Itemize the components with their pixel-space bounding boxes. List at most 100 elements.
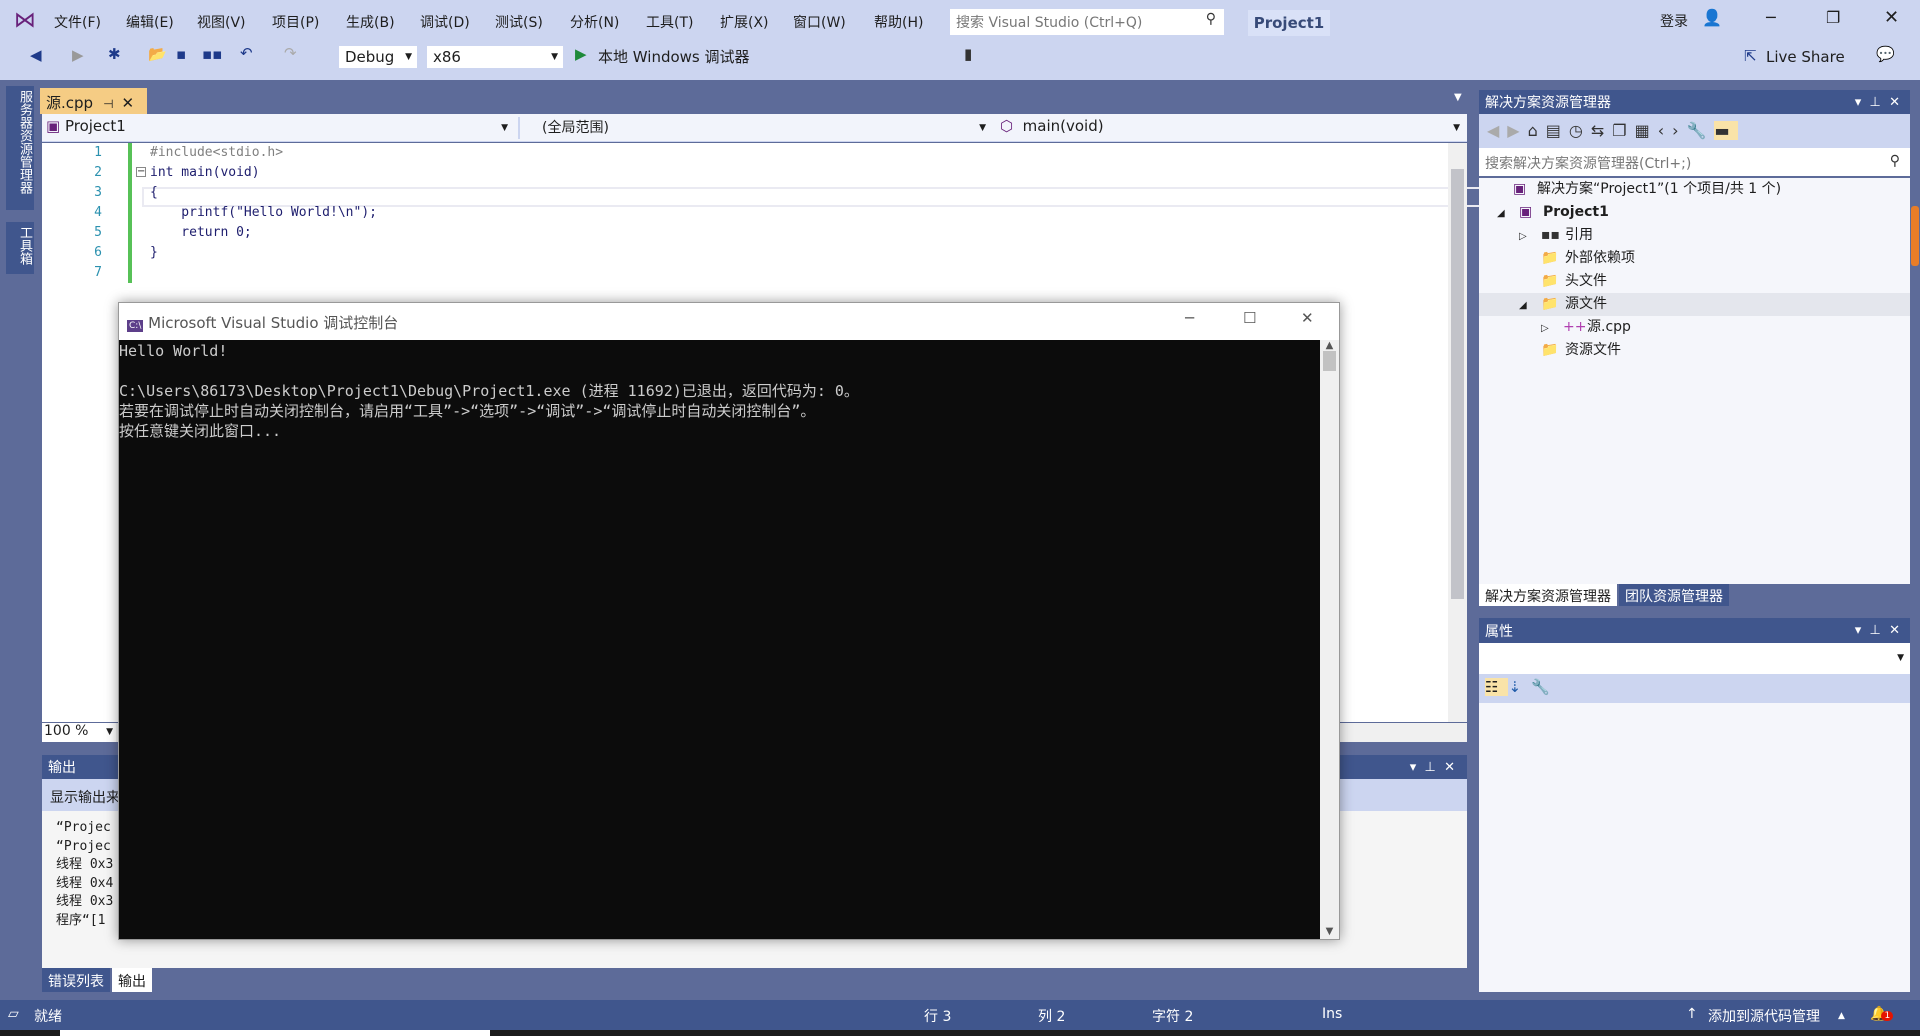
tree-item[interactable]: ▷ ▪▪ 引用 — [1519, 224, 1593, 247]
switch-views-icon[interactable]: ▤ — [1546, 121, 1569, 140]
server-explorer-tab[interactable]: 服务器资源管理器 — [6, 86, 34, 210]
tree-item[interactable]: 📁 外部依赖项 — [1519, 247, 1635, 270]
debug-console-window[interactable]: C:\ Microsoft Visual Studio 调试控制台 ─ ☐ ✕ … — [118, 302, 1340, 940]
undo-icon[interactable]: ↶ — [240, 44, 253, 62]
property-pages-icon[interactable]: 🔧 — [1531, 678, 1560, 696]
collapse-icon[interactable]: − — [136, 167, 146, 177]
bookmark-icon[interactable]: ▮ — [964, 45, 972, 63]
tree-item[interactable]: ◢ ▣ Project1 — [1497, 201, 1609, 224]
console-minimize-button[interactable]: ─ — [1185, 309, 1194, 327]
forward-icon[interactable]: ▶ — [72, 46, 84, 64]
solution-explorer-tab[interactable]: 解决方案资源管理器 — [1479, 584, 1617, 606]
console-maximize-button[interactable]: ☐ — [1243, 309, 1256, 327]
menu-item[interactable]: 帮助(H) — [874, 12, 923, 32]
project-nav-dropdown[interactable]: ▣ Project1 ▼ — [46, 117, 512, 139]
menu-item[interactable]: 编辑(E) — [126, 12, 174, 32]
tree-item[interactable]: ◢ 📁 源文件 — [1519, 293, 1607, 316]
open-icon[interactable]: 📂 — [148, 45, 167, 63]
status-char: 字符 2 — [1152, 1009, 1194, 1025]
preview-icon[interactable]: ▬ — [1714, 121, 1738, 140]
expander-icon[interactable]: ▷ — [1519, 225, 1541, 248]
solution-scrollbar[interactable] — [1911, 206, 1919, 266]
code-line[interactable]: { — [150, 183, 158, 203]
platform-dropdown[interactable]: x86 ▼ — [426, 45, 564, 69]
error-list-tab[interactable]: 错误列表 — [42, 968, 110, 992]
show-all-files-icon[interactable]: ▦ — [1635, 121, 1658, 140]
save-all-icon[interactable]: ▪▪ — [202, 45, 222, 63]
code-line[interactable]: #include<stdio.h> — [150, 143, 283, 163]
start-debug-button[interactable]: 本地 Windows 调试器 — [598, 46, 750, 67]
new-project-icon[interactable]: ✱ — [108, 45, 121, 63]
menu-item[interactable]: 文件(F) — [54, 12, 101, 32]
menu-item[interactable]: 扩展(X) — [720, 12, 769, 32]
member-nav-dropdown[interactable]: ⬡ main(void) ▼ — [994, 117, 1464, 139]
toolbox-tab[interactable]: 工具箱 — [6, 222, 34, 274]
source-control-button[interactable]: 添加到源代码管理 — [1708, 1006, 1820, 1026]
save-icon[interactable]: ▪ — [176, 45, 186, 63]
editor-tab[interactable]: 源.cpp ⊣ ✕ — [40, 88, 147, 114]
feedback-icon[interactable]: 💬 — [1876, 45, 1895, 63]
home-icon[interactable]: ⌂ — [1528, 121, 1546, 140]
menu-item[interactable]: 视图(V) — [197, 12, 246, 32]
tree-item-label: 引用 — [1565, 227, 1593, 243]
close-button[interactable]: ✕ — [1884, 7, 1899, 28]
minimize-button[interactable]: ─ — [1766, 8, 1776, 27]
properties-icon[interactable]: 🔧 — [1687, 121, 1715, 140]
tab-close-icon[interactable]: ✕ — [122, 94, 135, 112]
method-icon: ⬡ — [1000, 117, 1014, 135]
zoom-dropdown[interactable]: 100 % ▼ — [42, 723, 116, 742]
alphabetical-icon[interactable]: ⇣ — [1508, 678, 1531, 696]
view-code-icon[interactable]: ‹› — [1658, 121, 1687, 140]
back-icon[interactable]: ◀▶ — [1487, 121, 1528, 140]
tree-item[interactable]: 📁 头文件 — [1519, 270, 1607, 293]
expander-icon[interactable]: ◢ — [1497, 202, 1519, 225]
code-line[interactable]: return 0; — [150, 223, 251, 243]
properties-object-dropdown[interactable]: ▼ — [1479, 643, 1910, 674]
pin-icon[interactable]: ⊣ — [103, 97, 113, 111]
live-share-button[interactable]: Live Share — [1766, 48, 1845, 66]
menu-item[interactable]: 调试(D) — [420, 12, 470, 32]
output-tab[interactable]: 输出 — [112, 968, 152, 992]
console-line: 按任意键关闭此窗口... — [119, 422, 282, 440]
solution-panel-controls[interactable]: ▾ ⊥ ✕ — [1855, 95, 1900, 110]
start-debug-icon[interactable]: ▶ — [575, 45, 587, 63]
nav-member: main(void) — [1022, 117, 1104, 135]
tree-item[interactable]: ▣ 解决方案“Project1”(1 个项目/共 1 个) — [1491, 178, 1781, 201]
code-line[interactable]: printf("Hello World!\n"); — [150, 203, 377, 223]
code-line[interactable]: } — [150, 243, 158, 263]
menu-item[interactable]: 窗口(W) — [793, 12, 846, 32]
menu-item[interactable]: 项目(P) — [272, 12, 319, 32]
properties-panel-controls[interactable]: ▾ ⊥ ✕ — [1855, 623, 1900, 638]
tree-item[interactable]: ▷ ++源.cpp — [1541, 316, 1631, 339]
editor-vscrollbar[interactable] — [1448, 143, 1467, 722]
output-panel-controls[interactable]: ▾ ⊥ ✕ — [1410, 760, 1455, 775]
config-dropdown[interactable]: Debug ▼ — [338, 45, 418, 69]
console-scrollbar[interactable]: ▲ ▼ — [1320, 340, 1339, 939]
sync-icon[interactable]: ⇆ — [1591, 121, 1612, 140]
scope-nav-dropdown[interactable]: (全局范围) ▼ — [518, 117, 990, 139]
search-icon: ⚲ — [1889, 153, 1900, 169]
console-close-button[interactable]: ✕ — [1301, 309, 1314, 327]
expander-icon[interactable]: ◢ — [1519, 294, 1541, 317]
chevron-up-icon[interactable]: ▲ — [1838, 1011, 1845, 1021]
categorized-icon[interactable]: ☷ — [1485, 678, 1509, 696]
search-input[interactable]: 搜索 Visual Studio (Ctrl+Q) ⚲ — [950, 9, 1224, 35]
solution-search-input[interactable]: 搜索解决方案资源管理器(Ctrl+;) ⚲ — [1479, 148, 1910, 176]
tree-item[interactable]: 📁 资源文件 — [1519, 339, 1621, 362]
tree-item-label: 资源文件 — [1565, 342, 1621, 358]
login-button[interactable]: 登录 — [1660, 11, 1688, 31]
back-icon[interactable]: ◀ — [30, 46, 42, 64]
collapse-all-icon[interactable]: ❐ — [1612, 121, 1634, 140]
tab-overflow-icon[interactable]: ▼ — [1454, 92, 1462, 103]
notifications-icon[interactable]: 🔔1 — [1870, 1006, 1894, 1022]
menu-item[interactable]: 分析(N) — [570, 12, 619, 32]
menu-item[interactable]: 工具(T) — [646, 12, 693, 32]
pending-changes-icon[interactable]: ◷ — [1569, 121, 1591, 140]
redo-icon[interactable]: ↷ — [284, 44, 297, 62]
restore-button[interactable]: ❐ — [1826, 8, 1840, 27]
expander-icon[interactable]: ▷ — [1541, 317, 1563, 340]
menu-item[interactable]: 生成(B) — [346, 12, 395, 32]
menu-item[interactable]: 测试(S) — [495, 12, 543, 32]
code-line[interactable]: int main(void) — [150, 163, 260, 183]
team-explorer-tab[interactable]: 团队资源管理器 — [1619, 584, 1729, 606]
